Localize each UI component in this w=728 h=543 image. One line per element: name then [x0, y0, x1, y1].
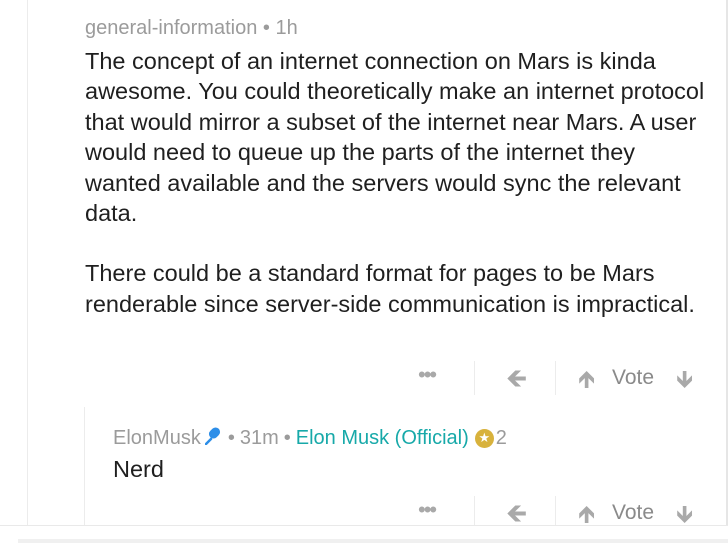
- reply-thread-line: [84, 407, 85, 525]
- author-flair: Elon Musk (Official): [295, 426, 469, 449]
- reply-body: Nerd: [113, 456, 164, 482]
- vote-label[interactable]: Vote: [612, 501, 654, 525]
- microphone-icon: [204, 425, 223, 451]
- thread-line: [27, 0, 28, 525]
- reply-time: 31m: [239, 426, 279, 449]
- badge-count: 2: [495, 426, 507, 449]
- post-body: The concept of an internet connection on…: [85, 46, 710, 319]
- reply-arrow-icon[interactable]: 🡸: [506, 360, 527, 404]
- bottom-divider: [0, 525, 728, 543]
- star-icon: ★: [474, 428, 494, 448]
- more-options-button[interactable]: •••: [418, 497, 437, 523]
- post-time: 1h: [275, 17, 298, 39]
- reply-meta: ElonMusk • 31m • Elon Musk (Official) ★ …: [113, 425, 507, 451]
- reply-author[interactable]: ElonMusk: [113, 427, 201, 450]
- meta-separator: •: [262, 17, 270, 39]
- downvote-arrow-icon[interactable]: 🡻: [676, 362, 693, 403]
- action-divider: [555, 361, 556, 395]
- action-divider: [474, 361, 475, 395]
- upvote-arrow-icon[interactable]: 🡹: [578, 362, 595, 403]
- more-options-button[interactable]: •••: [418, 362, 437, 388]
- post-paragraph-1: The concept of an internet connection on…: [85, 48, 705, 227]
- channel-link[interactable]: general-information: [85, 17, 257, 39]
- vote-label[interactable]: Vote: [612, 366, 654, 390]
- bottom-divider-shade: [18, 539, 728, 543]
- meta-separator: •: [283, 426, 291, 449]
- post-actions: ••• 🡸 🡹 Vote 🡻: [418, 360, 708, 396]
- post-paragraph-2: There could be a standard format for pag…: [85, 260, 695, 317]
- meta-separator: •: [227, 426, 235, 449]
- post-meta: general-information • 1h: [85, 17, 298, 40]
